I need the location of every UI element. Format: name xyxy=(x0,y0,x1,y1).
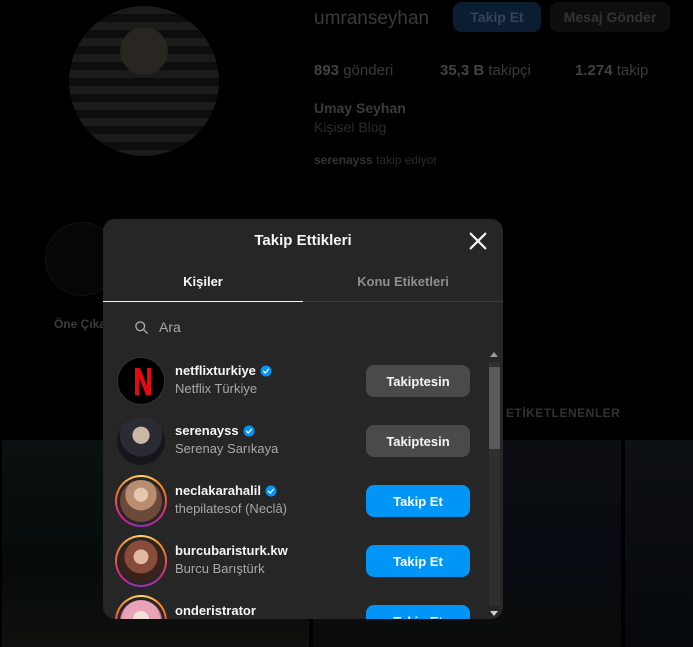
list-item[interactable]: netflixturkiye Netflix Türkiye Takiptesi… xyxy=(103,350,486,410)
avatar[interactable] xyxy=(117,417,165,465)
modal-tabs: Kişiler Konu Etiketleri xyxy=(103,262,503,302)
username-text: burcubaristurk.kw xyxy=(175,543,288,558)
display-name: Netflix Türkiye xyxy=(175,381,258,396)
avatar[interactable] xyxy=(117,357,165,405)
username[interactable]: neclakarahalil xyxy=(175,483,277,498)
follow-button[interactable]: Takip Et xyxy=(366,545,470,577)
scroll-up-arrow-icon[interactable] xyxy=(490,352,498,357)
scrollbar-thumb[interactable] xyxy=(489,367,500,449)
username-text: neclakarahalil xyxy=(175,483,261,498)
search-icon xyxy=(135,320,148,334)
list-scrollbar[interactable] xyxy=(487,350,501,619)
list-item[interactable]: neclakarahalil thepilatesof (Neclâ) Taki… xyxy=(103,470,486,530)
display-name: Serenay Sarıkaya xyxy=(175,441,279,456)
list-item[interactable]: onderistrator Takip Et xyxy=(103,590,486,619)
netflix-logo-icon xyxy=(135,368,151,395)
username[interactable]: burcubaristurk.kw xyxy=(175,543,288,558)
tab-hashtags[interactable]: Konu Etiketleri xyxy=(303,262,503,301)
avatar xyxy=(120,480,162,522)
username-text: netflixturkiye xyxy=(175,363,256,378)
modal-header: Takip Ettikleri xyxy=(103,219,503,262)
username-text: onderistrator xyxy=(175,603,256,618)
avatar-ring-inner xyxy=(117,597,165,619)
display-name: thepilatesof (Neclâ) xyxy=(175,501,287,516)
following-button[interactable]: Takiptesin xyxy=(366,425,470,457)
username[interactable]: netflixturkiye xyxy=(175,363,272,378)
follow-button[interactable]: Takip Et xyxy=(366,605,470,619)
story-ring-avatar[interactable] xyxy=(115,475,167,527)
avatar xyxy=(120,540,162,582)
avatar-ring-inner xyxy=(117,537,165,585)
list-item[interactable]: burcubaristurk.kw Burcu Barıştürk Takip … xyxy=(103,530,486,590)
search-box xyxy=(119,312,487,342)
scroll-down-arrow-icon[interactable] xyxy=(490,611,498,616)
search-input[interactable] xyxy=(157,318,411,336)
close-icon[interactable] xyxy=(467,230,489,252)
verified-badge-icon xyxy=(260,365,272,376)
verified-badge-icon xyxy=(243,425,255,436)
avatar-ring-inner xyxy=(117,477,165,525)
username-text: serenayss xyxy=(175,423,239,438)
tab-people[interactable]: Kişiler xyxy=(103,262,303,302)
story-ring-avatar[interactable] xyxy=(115,595,167,619)
verified-badge-icon xyxy=(265,485,277,496)
modal-title: Takip Ettikleri xyxy=(254,232,352,249)
username[interactable]: serenayss xyxy=(175,423,255,438)
list-item[interactable]: serenayss Serenay Sarıkaya Takiptesin xyxy=(103,410,486,470)
following-list: netflixturkiye Netflix Türkiye Takiptesi… xyxy=(103,350,486,619)
following-button[interactable]: Takiptesin xyxy=(366,365,470,397)
story-ring-avatar[interactable] xyxy=(115,535,167,587)
following-modal: Takip Ettikleri Kişiler Konu Etiketleri … xyxy=(103,219,503,619)
display-name: Burcu Barıştürk xyxy=(175,561,265,576)
username[interactable]: onderistrator xyxy=(175,603,256,618)
follow-button[interactable]: Takip Et xyxy=(366,485,470,517)
avatar xyxy=(120,600,162,619)
